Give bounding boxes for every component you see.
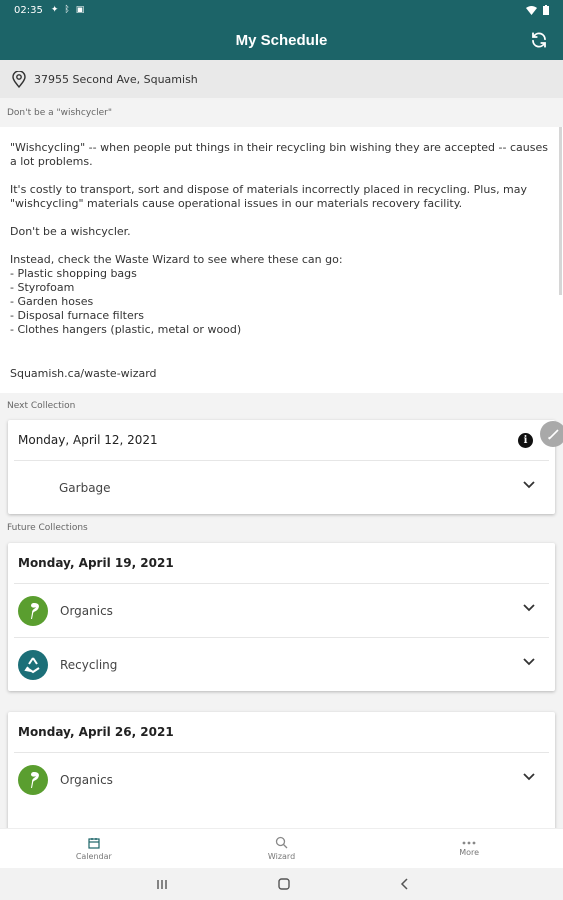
- future-collection-card: Monday, April 19, 2021 Organics Recyclin…: [8, 543, 555, 691]
- message-card: "Wishcycling" -- when people put things …: [0, 127, 563, 393]
- back-button[interactable]: [400, 875, 408, 894]
- message-paragraph: It's costly to transport, sort and dispo…: [10, 183, 528, 210]
- message-list-item: - Styrofoam: [10, 281, 75, 294]
- address-text: 37955 Second Ave, Squamish: [34, 72, 198, 86]
- edit-button[interactable]: [540, 421, 563, 447]
- refresh-icon: [532, 32, 546, 48]
- future-collection-card: Monday, April 26, 2021 Organics: [8, 712, 555, 832]
- back-icon: [400, 877, 408, 890]
- home-icon: [277, 877, 290, 890]
- status-time: 02:35: [14, 4, 43, 16]
- tab-wizard[interactable]: Wizard: [188, 829, 376, 868]
- address-bar[interactable]: 37955 Second Ave, Squamish: [0, 60, 563, 98]
- tab-more[interactable]: More: [375, 829, 563, 868]
- collection-row-recycling[interactable]: Recycling: [14, 637, 549, 691]
- organics-leaf-icon: [18, 595, 48, 626]
- collection-item-label: Organics: [60, 772, 113, 787]
- location-pin-icon: [12, 70, 26, 88]
- system-navigation: [0, 868, 563, 900]
- next-collection-label: Next Collection: [7, 401, 76, 411]
- message-list-item: - Garden hoses: [10, 295, 94, 308]
- next-collection-card: Monday, April 12, 2021 i Garbage: [8, 420, 555, 514]
- message-paragraph: "Wishcycling" -- when people put things …: [10, 141, 548, 168]
- tab-label: Calendar: [75, 851, 112, 861]
- collection-row-organics[interactable]: Organics: [14, 752, 549, 806]
- status-bar: 02:35 ✦ ᛒ ▣: [0, 0, 563, 20]
- waste-wizard-link[interactable]: Squamish.ca/waste-wizard: [10, 367, 157, 381]
- future-collections-label: Future Collections: [7, 523, 88, 533]
- bottom-navigation: Calendar Wizard More: [0, 828, 563, 868]
- message-paragraph: Instead, check the Waste Wizard to see w…: [10, 253, 343, 266]
- home-button[interactable]: [277, 875, 290, 894]
- message-list-item: - Disposal furnace filters: [10, 309, 144, 322]
- collection-date: Monday, April 26, 2021: [18, 725, 174, 739]
- info-icon[interactable]: i: [518, 433, 533, 448]
- more-icon: [462, 841, 476, 844]
- collection-date: Monday, April 19, 2021: [18, 556, 174, 570]
- message-scrollbar[interactable]: [559, 127, 562, 295]
- wifi-icon: [526, 5, 537, 15]
- message-list-item: - Plastic shopping bags: [10, 267, 137, 280]
- chevron-down-icon: [523, 604, 535, 612]
- collection-item-label: Garbage: [59, 480, 111, 495]
- app-bar: My Schedule: [0, 20, 563, 60]
- page-title: My Schedule: [235, 31, 328, 49]
- collection-item-label: Recycling: [60, 657, 118, 672]
- bluetooth-icon: ᛒ: [64, 5, 70, 15]
- pencil-icon: [547, 428, 559, 440]
- sim-icon: ▣: [75, 5, 85, 15]
- calendar-icon: [88, 837, 100, 849]
- chevron-down-icon: [523, 658, 535, 666]
- collection-row-garbage[interactable]: Garbage: [14, 460, 549, 514]
- notification-icon: ✦: [50, 5, 59, 15]
- chevron-down-icon: [523, 481, 535, 489]
- battery-icon: [543, 5, 549, 15]
- organics-leaf-icon: [18, 764, 48, 795]
- tab-label: More: [459, 847, 480, 857]
- wizard-search-icon: [275, 836, 288, 849]
- collection-row-organics[interactable]: Organics: [14, 583, 549, 637]
- collection-item-label: Organics: [60, 603, 113, 618]
- refresh-button[interactable]: [527, 28, 551, 52]
- chevron-down-icon: [523, 773, 535, 781]
- recent-apps-button[interactable]: [156, 875, 168, 894]
- tab-label: Wizard: [267, 852, 296, 861]
- tab-calendar[interactable]: Calendar: [0, 829, 188, 868]
- message-list-item: - Clothes hangers (plastic, metal or woo…: [10, 323, 242, 336]
- message-section-label: Don't be a "wishcycler": [7, 108, 112, 118]
- recent-apps-icon: [156, 879, 167, 889]
- recycling-icon: [18, 649, 48, 680]
- collection-date: Monday, April 12, 2021: [18, 433, 158, 447]
- message-paragraph: Don't be a wishcycler.: [10, 225, 131, 238]
